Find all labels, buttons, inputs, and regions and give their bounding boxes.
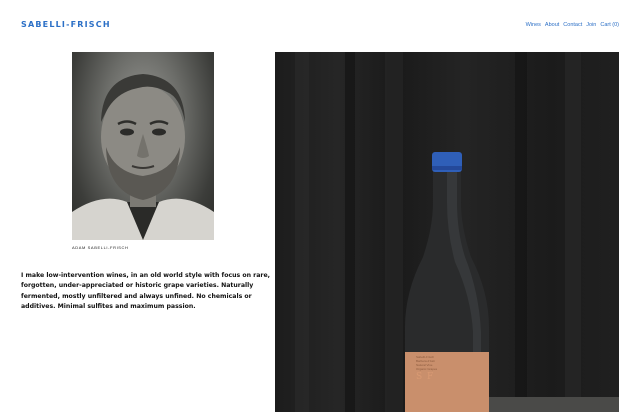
winemaker-bio: I make low-intervention wines, in an old… — [21, 272, 270, 310]
nav-contact[interactable]: Contact — [563, 22, 582, 28]
winemaker-portrait — [72, 52, 214, 240]
brand-logo-link[interactable]: SABELLI-FRISCH — [21, 20, 111, 29]
bottle-label-brand: S F — [416, 372, 435, 382]
label-line: Organic Grapes — [416, 367, 438, 371]
portrait-illustration — [72, 74, 214, 240]
bottle-label-text: Sabelli-Frisch Barbera d'Asti Natural Vi… — [416, 355, 456, 371]
site-header: SABELLI-FRISCH Wines About Contact Join … — [0, 0, 640, 40]
nav-wines[interactable]: Wines — [526, 22, 541, 28]
nav-about[interactable]: About — [545, 22, 559, 28]
nav-join[interactable]: Join — [586, 22, 596, 28]
nav-cart[interactable]: Cart (0) — [600, 22, 619, 28]
wine-bottle-photo: Sabelli-Frisch Barbera d'Asti Natural Vi… — [275, 52, 619, 412]
portrait-caption: ADAM SABELLI-FRISCH — [72, 245, 129, 250]
main-nav: Wines About Contact Join Cart (0) — [526, 22, 619, 28]
